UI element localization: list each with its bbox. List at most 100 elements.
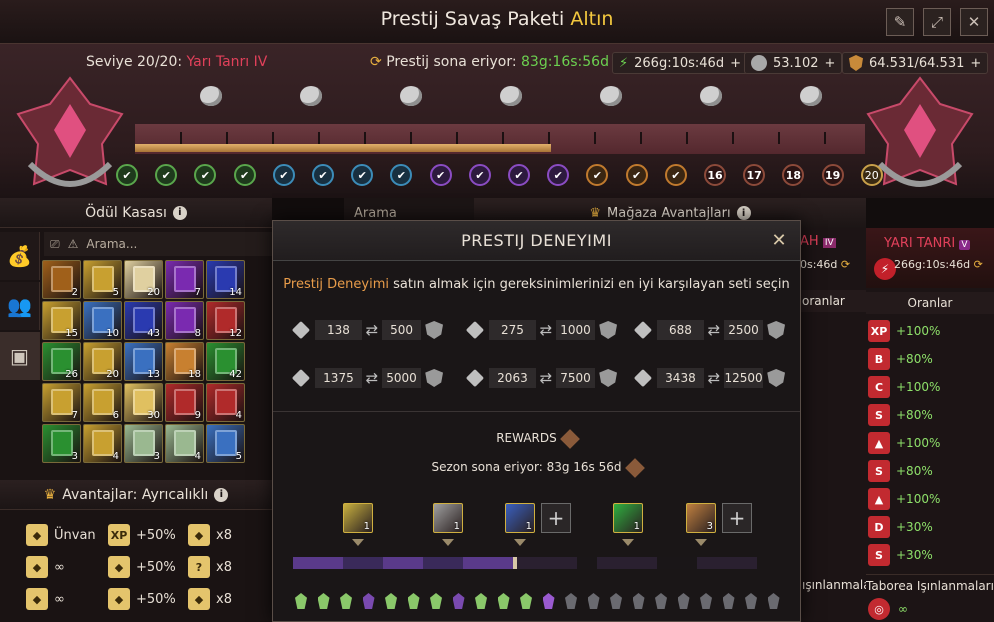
item-count: 9	[194, 410, 201, 421]
reward-bundle-icon[interactable]	[400, 86, 422, 106]
fullscreen-button[interactable]: ⤢	[923, 8, 951, 36]
progress-node[interactable]: ✔	[194, 164, 217, 186]
reward-icon[interactable]: 3	[686, 503, 716, 533]
progress-node[interactable]: ✔	[233, 164, 256, 186]
xp-set-button[interactable]: 275 ⇄ 1000	[465, 317, 618, 343]
xp-set-button[interactable]: 2063 ⇄ 7500	[465, 365, 618, 391]
chest-icon: ▣	[10, 344, 29, 368]
reward-item[interactable]: 20	[124, 260, 163, 299]
reward-icon[interactable]: 1	[433, 503, 463, 533]
reward-item[interactable]: 2	[42, 260, 81, 299]
progress-tick	[502, 132, 504, 144]
progress-node[interactable]: ✔	[312, 164, 334, 186]
shield-icon	[767, 321, 786, 339]
progress-node[interactable]: ✔	[116, 164, 138, 186]
reward-item[interactable]: 3	[124, 424, 163, 463]
reward-icon[interactable]: 1	[343, 503, 373, 533]
progress-node[interactable]: ✔	[508, 164, 530, 186]
progress-node[interactable]: 19	[821, 164, 844, 186]
progress-node[interactable]: ✔	[155, 164, 178, 186]
vault-search-input[interactable]: Arama...	[86, 237, 137, 251]
reward-item[interactable]: 12	[206, 301, 245, 340]
progress-node[interactable]: ✔	[664, 164, 687, 186]
xp-set-button[interactable]: 3438 ⇄ 12500	[633, 365, 786, 391]
item-glyph	[133, 430, 155, 456]
progress-tick	[824, 132, 826, 144]
info-icon[interactable]: i	[736, 206, 751, 220]
vault-search-bar[interactable]: ⎚ ⚠ Arama...	[44, 232, 272, 256]
reward-item[interactable]: 10	[83, 301, 122, 340]
progress-node[interactable]: ✔	[351, 164, 374, 186]
add-slot-button[interactable]: +	[722, 503, 752, 533]
category-bag[interactable]: 💰	[0, 232, 40, 280]
season-line: Sezon sona eriyor: 83g 16s 56d	[273, 457, 800, 478]
reward-item[interactable]: 30	[124, 383, 163, 422]
reward-item[interactable]: 18	[165, 342, 204, 381]
progress-node[interactable]: ✔	[429, 164, 452, 186]
xp-set-button[interactable]: 138 ⇄ 500	[291, 317, 444, 343]
reward-item[interactable]: 15	[42, 301, 81, 340]
help-icon[interactable]	[624, 457, 645, 478]
currency-energy[interactable]: ⚡ 266g:10s:46d +	[612, 52, 748, 74]
reward-item[interactable]: 3	[42, 424, 81, 463]
marker-arrow-icon	[622, 539, 634, 546]
currency-silver[interactable]: 53.102 +	[744, 52, 843, 74]
rate-value: +30%	[896, 548, 933, 562]
reward-item[interactable]: 26	[42, 342, 81, 381]
reward-icon[interactable]: 1	[505, 503, 535, 533]
perk-value: +50%	[136, 591, 176, 607]
reward-item[interactable]: 9	[165, 383, 204, 422]
reward-bundle-icon[interactable]	[500, 86, 522, 106]
window-title: Prestij Savaş Paketi Altın	[0, 8, 994, 30]
progress-node[interactable]: ✔	[547, 164, 570, 186]
reward-item[interactable]: 14	[206, 260, 245, 299]
reward-item[interactable]: 7	[42, 383, 81, 422]
progress-node[interactable]: 17	[743, 164, 766, 186]
reward-item[interactable]: 4	[165, 424, 204, 463]
progress-node[interactable]: 20	[860, 164, 883, 186]
info-icon[interactable]	[559, 428, 580, 449]
gem-icon	[565, 593, 577, 609]
gem-icon	[520, 593, 532, 609]
reward-bundle-icon[interactable]	[300, 86, 322, 106]
info-icon[interactable]: i	[214, 487, 229, 502]
progress-node[interactable]: ✔	[586, 164, 609, 186]
progress-node[interactable]: 16	[704, 164, 726, 186]
reward-icon[interactable]: 1	[613, 503, 643, 533]
reward-item[interactable]: 42	[206, 342, 245, 381]
perk-item: ◆ +50%	[108, 556, 176, 578]
progress-node[interactable]: 18	[782, 164, 805, 186]
shield-icon	[425, 321, 444, 339]
category-heroes[interactable]: 👥	[0, 282, 40, 330]
reward-item[interactable]: 13	[124, 342, 163, 381]
xp-set-button[interactable]: 688 ⇄ 2500	[633, 317, 786, 343]
reward-item[interactable]: 7	[165, 260, 204, 299]
reward-item[interactable]: 20	[83, 342, 122, 381]
perk-value: ∞	[54, 591, 65, 607]
reward-bundle-icon[interactable]	[600, 86, 622, 106]
reward-item[interactable]: 43	[124, 301, 163, 340]
category-chest[interactable]: ▣	[0, 332, 40, 380]
info-icon[interactable]: i	[172, 205, 187, 220]
reward-item[interactable]: 6	[83, 383, 122, 422]
progress-node[interactable]: ✔	[390, 164, 413, 186]
progress-node[interactable]: ✔	[625, 164, 648, 186]
reward-bundle-icon[interactable]	[800, 86, 822, 106]
progress-node[interactable]: ✔	[272, 164, 295, 186]
currency-shield[interactable]: 64.531/64.531 +	[842, 52, 989, 74]
reward-bundle-icon[interactable]	[700, 86, 722, 106]
add-slot-button[interactable]: +	[541, 503, 571, 533]
reward-bundle-icon[interactable]	[200, 86, 222, 106]
progress-tick	[548, 132, 550, 144]
reward-item[interactable]: 5	[206, 424, 245, 463]
close-button[interactable]: ✕	[960, 8, 988, 36]
xp-set-button[interactable]: 1375 ⇄ 5000	[291, 365, 444, 391]
reward-item[interactable]: 5	[83, 260, 122, 299]
reward-item[interactable]: 8	[165, 301, 204, 340]
rate-value: +30%	[896, 520, 933, 534]
reward-item[interactable]: 4	[83, 424, 122, 463]
modal-close-button[interactable]: ✕	[768, 229, 790, 251]
progress-node[interactable]: ✔	[468, 164, 491, 186]
reward-item[interactable]: 4	[206, 383, 245, 422]
edit-button[interactable]: ✎	[886, 8, 914, 36]
